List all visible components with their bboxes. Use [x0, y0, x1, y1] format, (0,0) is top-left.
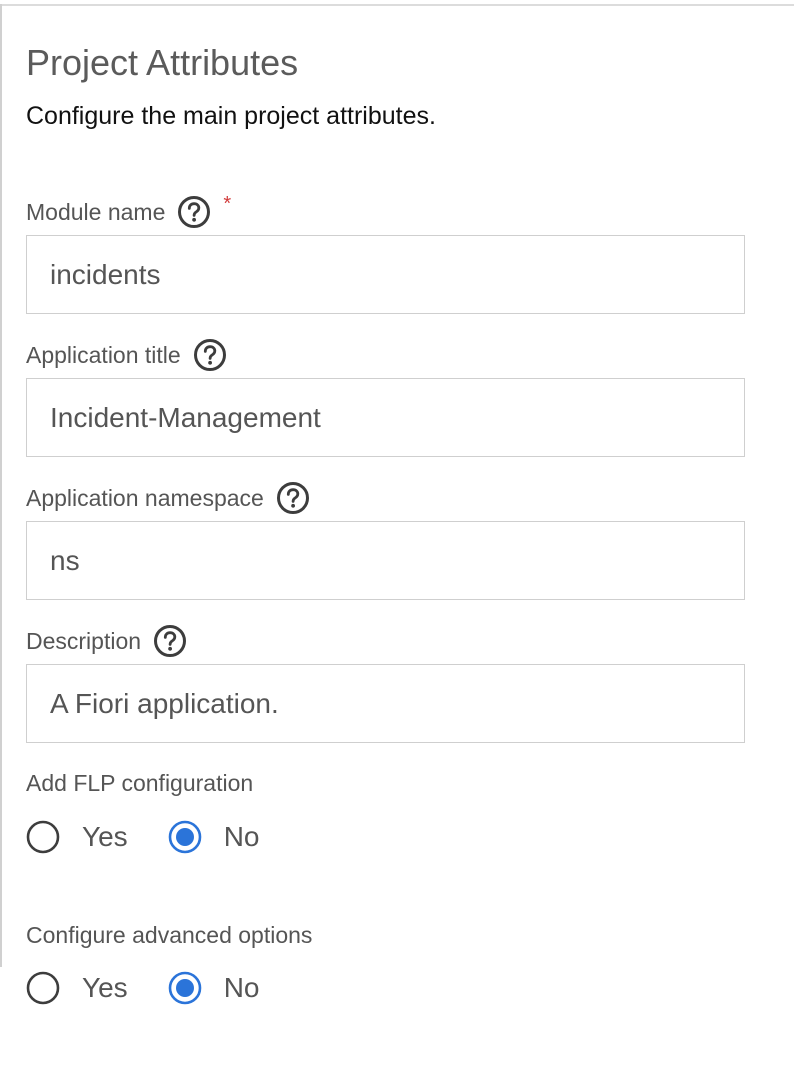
radio-checked-icon[interactable] — [168, 971, 202, 1005]
flp-no-option[interactable]: No — [168, 820, 260, 854]
advanced-options-label: Configure advanced options — [26, 917, 312, 953]
application-title-label-text: Application title — [26, 341, 181, 368]
advanced-no-label: No — [223, 972, 260, 1003]
description-label-text: Description — [26, 627, 142, 654]
application-title-input[interactable] — [26, 378, 745, 457]
page-title: Project Attributes — [26, 42, 299, 83]
radio-checked-icon[interactable] — [168, 820, 202, 854]
radio-unchecked-icon[interactable] — [26, 971, 60, 1005]
description-input[interactable] — [26, 664, 745, 743]
advanced-no-option[interactable]: No — [168, 971, 260, 1005]
application-title-label: Application title — [26, 337, 227, 373]
module-name-input[interactable] — [26, 235, 745, 314]
flp-no-label: No — [223, 821, 260, 852]
flp-yes-option[interactable]: Yes — [26, 820, 168, 854]
flp-configuration-label: Add FLP configuration — [26, 765, 253, 801]
module-name-label-text: Module name — [26, 198, 166, 225]
flp-configuration-radio-group: Yes No — [26, 816, 259, 858]
advanced-options-label-text: Configure advanced options — [26, 921, 313, 948]
required-marker: * — [223, 192, 232, 215]
question-circle-icon[interactable] — [193, 338, 227, 372]
description-label: Description — [26, 623, 187, 659]
module-name-label: Module name * — [26, 192, 232, 230]
radio-unchecked-icon[interactable] — [26, 820, 60, 854]
question-circle-icon[interactable] — [276, 481, 310, 515]
advanced-options-radio-group: Yes No — [26, 967, 259, 1009]
question-circle-icon[interactable] — [177, 195, 211, 229]
panel-left-border — [0, 4, 2, 967]
advanced-yes-option[interactable]: Yes — [26, 971, 168, 1005]
question-circle-icon[interactable] — [153, 624, 187, 658]
flp-yes-label: Yes — [82, 821, 128, 852]
page-subtitle: Configure the main project attributes. — [26, 102, 436, 130]
flp-configuration-label-text: Add FLP configuration — [26, 769, 254, 796]
application-namespace-label-text: Application namespace — [26, 484, 264, 511]
application-namespace-label: Application namespace — [26, 480, 310, 516]
advanced-yes-label: Yes — [82, 972, 128, 1003]
panel-top-border — [0, 4, 794, 6]
application-namespace-input[interactable] — [26, 521, 745, 600]
